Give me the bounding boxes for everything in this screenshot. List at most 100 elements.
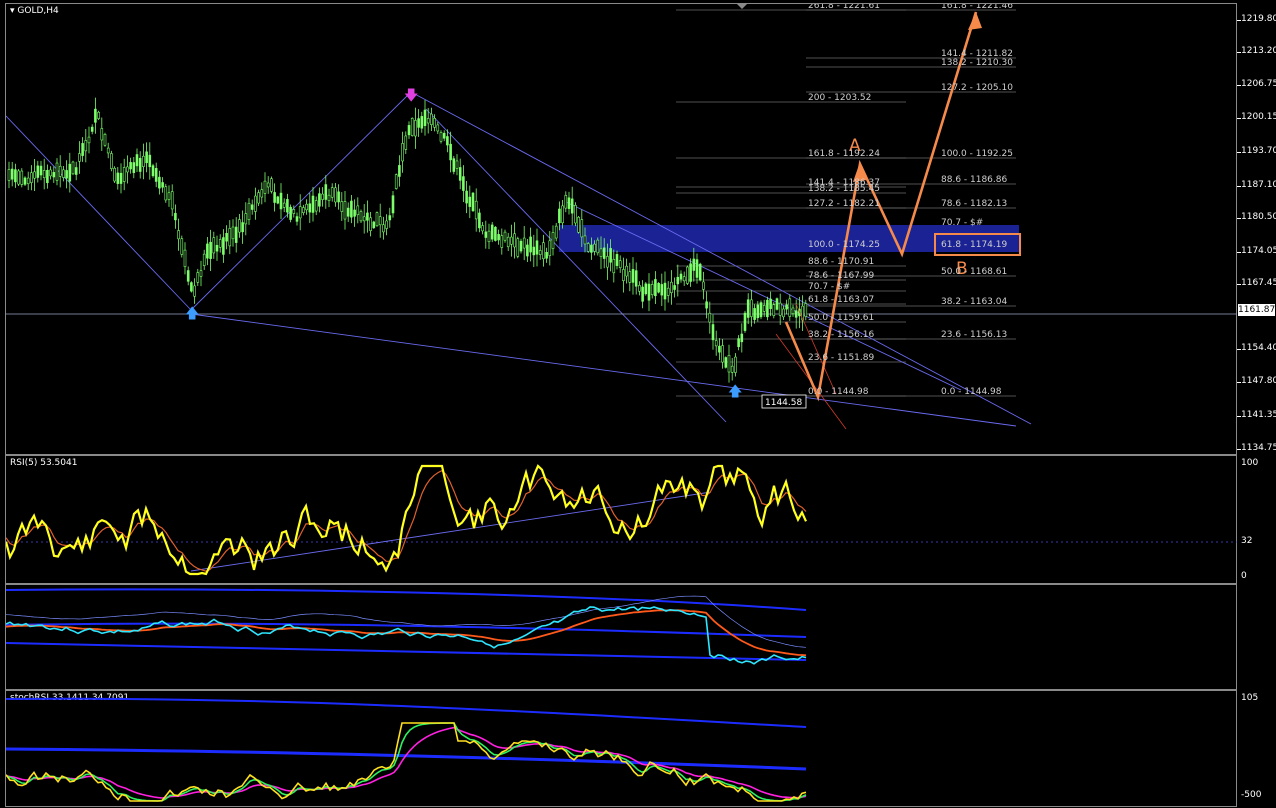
candle [30, 172, 33, 183]
candle [161, 182, 164, 188]
trend-line[interactable] [190, 91, 412, 311]
candle [718, 345, 721, 353]
candle [254, 195, 257, 212]
candle [177, 230, 180, 240]
fib-level-label: 61.8 - 1174.19 [941, 240, 1007, 250]
price-axis-label: 1134.75 [1241, 443, 1276, 453]
price-axis-label: 1154.40 [1241, 343, 1276, 353]
candle [769, 298, 772, 309]
candle [414, 120, 417, 137]
candle [724, 357, 728, 368]
candle [362, 216, 366, 222]
fib-level-label: 78.6 - 1182.13 [941, 199, 1007, 209]
candle [446, 136, 449, 146]
candle [596, 239, 600, 254]
candle [775, 298, 779, 310]
candle [622, 269, 625, 281]
price-axis-label: 1174.05 [1241, 246, 1276, 256]
price-chart-canvas[interactable]: 🡅 🡇 🡅 A B 261.8 - 1221.61200 - 1203.5216… [6, 4, 1238, 456]
trend-line[interactable] [6, 115, 192, 311]
candle [574, 205, 577, 224]
trend-line[interactable] [410, 91, 1032, 425]
candle [199, 270, 203, 277]
fib-level-label: 127.2 - 1182.21 [808, 199, 880, 209]
candle [705, 301, 708, 309]
candle [567, 197, 571, 209]
price-axis-label: 1193.70 [1241, 146, 1276, 156]
candle [308, 203, 312, 213]
rsi-canvas[interactable] [6, 456, 1238, 585]
candle [577, 216, 580, 233]
candle [522, 237, 526, 249]
candle [279, 192, 283, 210]
candle [250, 204, 254, 210]
candle [666, 287, 670, 296]
candle [244, 213, 248, 225]
candle [660, 284, 664, 296]
candle [554, 225, 558, 239]
candle [350, 200, 353, 218]
candle [766, 299, 769, 318]
up-arrow-icon: 🡅 [185, 306, 199, 322]
candle [503, 231, 507, 241]
low-price-marker: 1144.58 [765, 398, 802, 408]
bands-canvas[interactable] [6, 585, 1238, 691]
candle [292, 209, 296, 214]
fib-level-label: 161.8 - 1192.24 [808, 149, 880, 159]
candle [321, 193, 324, 200]
candle [791, 307, 795, 314]
candle [39, 165, 43, 176]
candle [334, 187, 337, 203]
candle [439, 132, 443, 142]
price-chart-pane[interactable]: ▾ GOLD,H4 🡅 🡇 🡅 A B 261.8 - 1221.61 200 … [5, 3, 1238, 456]
candle [17, 170, 20, 185]
candle [759, 302, 763, 318]
stoch-rsi-pane[interactable]: stochRSI 33.1411 34.7091 [5, 690, 1237, 807]
trend-line[interactable] [425, 108, 727, 423]
price-axis-label: 1187.10 [1241, 180, 1276, 190]
candle [788, 298, 792, 317]
candle [186, 270, 190, 282]
trend-line[interactable] [190, 313, 1017, 427]
candle [23, 177, 27, 185]
candle [366, 212, 369, 221]
candle [599, 248, 603, 257]
candle [49, 169, 52, 177]
candle [174, 213, 177, 221]
candle [586, 243, 590, 252]
stoch-signal-line [6, 726, 807, 799]
candle [58, 165, 62, 177]
candle [417, 118, 420, 128]
scroll-marker-icon[interactable] [737, 4, 747, 9]
candle [330, 187, 334, 198]
candle [506, 236, 510, 248]
candle [164, 186, 168, 201]
candle [410, 118, 414, 136]
stoch-axis: 105 -500 [1237, 690, 1276, 807]
candle [740, 333, 744, 343]
candle [545, 252, 548, 259]
stoch-rsi-canvas[interactable] [6, 691, 1238, 808]
candle [276, 196, 280, 204]
candle [465, 190, 468, 204]
candle [119, 172, 123, 184]
price-axis[interactable]: 1219.80 1213.20 1206.75 1200.15 1193.70 1187.… [1237, 3, 1276, 455]
candle [148, 154, 152, 168]
candle [695, 259, 699, 278]
candle [14, 169, 17, 183]
candle [551, 232, 555, 249]
candle [356, 205, 360, 216]
bands-pane[interactable] [5, 584, 1237, 690]
candle [542, 242, 545, 260]
candle [570, 198, 574, 214]
candle [625, 265, 628, 277]
candle [324, 184, 328, 200]
price-axis-label: 1200.15 [1241, 112, 1276, 122]
candle [654, 279, 657, 297]
candle [606, 256, 609, 268]
candle [100, 128, 104, 141]
candle [94, 108, 97, 123]
fib-level-label: 23.6 - 1156.13 [941, 330, 1007, 340]
candle [513, 233, 516, 248]
rsi-pane[interactable]: RSI(5) 53.5041 [5, 455, 1238, 585]
